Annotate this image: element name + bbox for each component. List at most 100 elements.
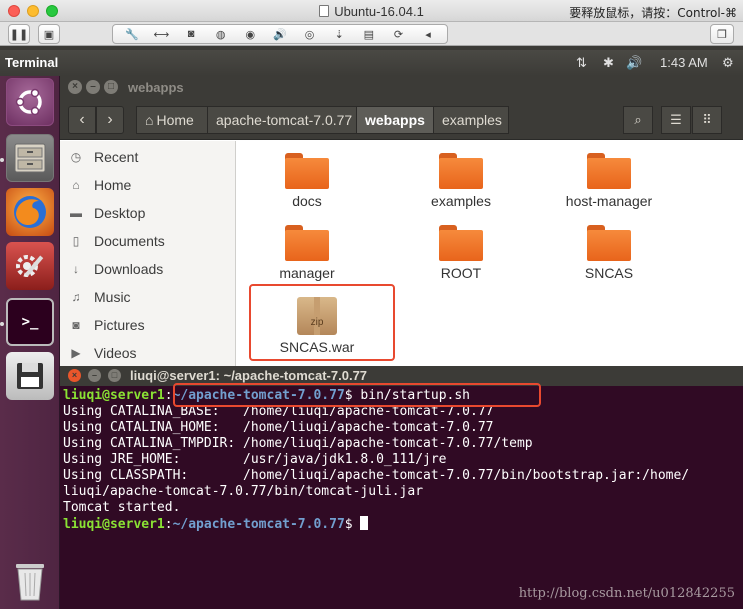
places-sidebar: ◷ Recent ⌂ Home ▬ Desktop ▯ Documents ↓ Downl… <box>60 141 236 366</box>
file-item-sncas[interactable]: SNCAS <box>554 225 664 281</box>
folder-icon: ▬ <box>70 206 82 220</box>
file-item-host-manager[interactable]: host-manager <box>550 153 668 209</box>
prompt-line: liuqi@server1:~/apache-tomcat-7.0.77$ <box>63 516 741 533</box>
output-line: Using JRE_HOME: /usr/java/jdk1.8.0_111/j… <box>63 452 447 467</box>
dash-home-button[interactable] <box>6 78 54 126</box>
breadcrumb-examples[interactable]: examples <box>433 106 509 134</box>
chevron-left-icon[interactable]: ◂ <box>418 28 438 41</box>
sidebar-item-videos[interactable]: ▶ Videos <box>68 342 136 364</box>
terminal-window: × – □ liuqi@server1: ~/apache-tomcat-7.0… <box>60 366 743 609</box>
wrench-icon[interactable]: 🔧 <box>122 28 142 41</box>
text-cursor <box>360 516 369 530</box>
usb-icon[interactable]: ⇣ <box>329 28 349 41</box>
speaker-icon[interactable]: 🔊 <box>270 28 290 41</box>
sidebar-item-downloads[interactable]: ↓ Downloads <box>68 258 163 280</box>
terminal-close-button[interactable]: × <box>68 369 81 382</box>
network-updown-icon[interactable]: ⇅ <box>576 55 587 71</box>
breadcrumb-webapps[interactable]: webapps <box>356 106 434 134</box>
folder-icon <box>587 225 631 261</box>
camera-icon[interactable]: ◎ <box>300 28 320 41</box>
save-icon[interactable]: ▤ <box>359 28 379 41</box>
folder-icon <box>439 225 483 261</box>
output-line: Using CLASSPATH: /home/liuqi/apache-tomc… <box>63 468 690 483</box>
camera-icon: ◙ <box>72 318 80 332</box>
fm-maximize-button[interactable]: □ <box>104 80 118 94</box>
fm-minimize-button[interactable]: – <box>86 80 100 94</box>
fullscreen-button[interactable]: ❐ <box>710 24 734 44</box>
list-view-icon: ☰ <box>670 112 682 127</box>
cd-rom-icon[interactable]: ◉ <box>240 28 260 41</box>
launcher-system-settings[interactable] <box>6 242 54 290</box>
trash-icon <box>16 564 44 601</box>
highlight-box-command <box>173 383 541 407</box>
sidebar-item-desktop[interactable]: ▬ Desktop <box>68 202 145 224</box>
fm-close-button[interactable]: × <box>68 80 82 94</box>
active-app-title: Terminal <box>5 55 59 70</box>
launcher-files[interactable] <box>6 134 54 182</box>
floppy-save-icon <box>17 363 43 389</box>
sidebar-item-music[interactable]: ♫ Music <box>68 286 131 308</box>
grid-view-icon: ⠿ <box>702 112 712 127</box>
ubuntu-logo-icon <box>15 88 42 116</box>
file-item-root[interactable]: ROOT <box>406 225 516 281</box>
breadcrumb-home[interactable]: ⌂ Home <box>136 106 208 134</box>
search-icon: ⌕ <box>634 112 642 127</box>
pause-icon: ❚❚ <box>9 28 29 41</box>
video-icon: ▶ <box>71 346 81 360</box>
terminal-maximize-button[interactable]: □ <box>108 369 121 382</box>
grid-view-button[interactable]: ⠿ <box>692 106 722 134</box>
launcher-terminal[interactable]: >_ <box>6 298 54 346</box>
hard-disk-icon[interactable]: ◍ <box>211 28 231 41</box>
desktop: Ubuntu-16.04.1 要释放鼠标，请按：Control-⌘ ❚❚ ▣ 🔧… <box>0 0 743 609</box>
snapshot-icon: ▣ <box>43 28 55 41</box>
file-item-examples[interactable]: examples <box>406 153 516 209</box>
volume-icon[interactable]: 🔊 <box>626 55 642 71</box>
fullscreen-icon: ❐ <box>717 28 727 41</box>
sidebar-item-documents[interactable]: ▯ Documents <box>68 230 165 252</box>
network-arrows-icon[interactable]: ⟷ <box>151 28 171 41</box>
file-item-manager[interactable]: manager <box>252 225 362 281</box>
chevron-left-icon: ‹ <box>79 111 85 128</box>
forward-button[interactable]: › <box>96 106 124 134</box>
file-cabinet-icon <box>14 143 46 173</box>
running-indicator <box>0 158 4 162</box>
folder-icon <box>587 153 631 189</box>
fm-titlebar: × – □ webapps <box>60 76 743 100</box>
pause-button[interactable]: ❚❚ <box>8 24 30 44</box>
watermark: http://blog.csdn.net/u012842255 <box>518 586 735 601</box>
highlight-box-war <box>249 284 395 361</box>
terminal-minimize-button[interactable]: – <box>88 369 101 382</box>
file-item-docs[interactable]: docs <box>252 153 362 209</box>
snapshot-button[interactable]: ▣ <box>38 24 60 44</box>
launcher-firefox[interactable] <box>6 188 54 236</box>
sidebar-item-pictures[interactable]: ◙ Pictures <box>68 314 144 336</box>
search-button[interactable]: ⌕ <box>623 106 653 134</box>
folder-icon <box>439 153 483 189</box>
back-button[interactable]: ‹ <box>68 106 96 134</box>
home-icon: ⌂ <box>72 178 80 192</box>
settings-gear-wrench-icon <box>16 255 44 277</box>
sidebar-item-home[interactable]: ⌂ Home <box>68 174 131 196</box>
launcher-disk[interactable] <box>6 352 54 400</box>
document-icon: ▯ <box>72 234 80 248</box>
chevron-right-icon: › <box>107 111 113 128</box>
file-grid: docs examples host-manager manager ROOT … <box>237 141 743 366</box>
vm-device-toolbar: 🔧 ⟷ ◙ ◍ ◉ 🔊 ◎ ⇣ ▤ ⟳ ◂ <box>112 24 448 44</box>
download-icon: ↓ <box>73 262 79 276</box>
power-gear-icon[interactable]: ⚙ <box>722 55 734 71</box>
shared-folder-icon[interactable]: ⟳ <box>388 28 408 41</box>
vm-titlebar: Ubuntu-16.04.1 要释放鼠标，请按：Control-⌘ <box>0 0 743 22</box>
sidebar-item-recent[interactable]: ◷ Recent <box>68 146 139 168</box>
vm-toolbar: ❚❚ ▣ 🔧 ⟷ ◙ ◍ ◉ 🔊 ◎ ⇣ ▤ ⟳ ◂ ❐ <box>0 22 743 46</box>
output-line: liuqi/apache-tomcat-7.0.77/bin/tomcat-ju… <box>63 484 424 499</box>
floppy-disk-icon[interactable]: ◙ <box>181 28 201 40</box>
output-line: Using CATALINA_HOME: /home/liuqi/apache-… <box>63 420 494 435</box>
terminal-icon: >_ <box>21 314 39 330</box>
launcher-trash[interactable] <box>6 556 54 604</box>
list-view-button[interactable]: ☰ <box>661 106 691 134</box>
terminal-output[interactable]: liuqi@server1:~/apache-tomcat-7.0.77$ bi… <box>63 388 741 533</box>
breadcrumb-tomcat[interactable]: apache-tomcat-7.0.77 <box>207 106 357 134</box>
terminal-title: liuqi@server1: ~/apache-tomcat-7.0.77 <box>130 368 368 383</box>
bluetooth-icon[interactable]: ✱ <box>603 55 614 71</box>
clock[interactable]: 1:43 AM <box>660 55 708 70</box>
